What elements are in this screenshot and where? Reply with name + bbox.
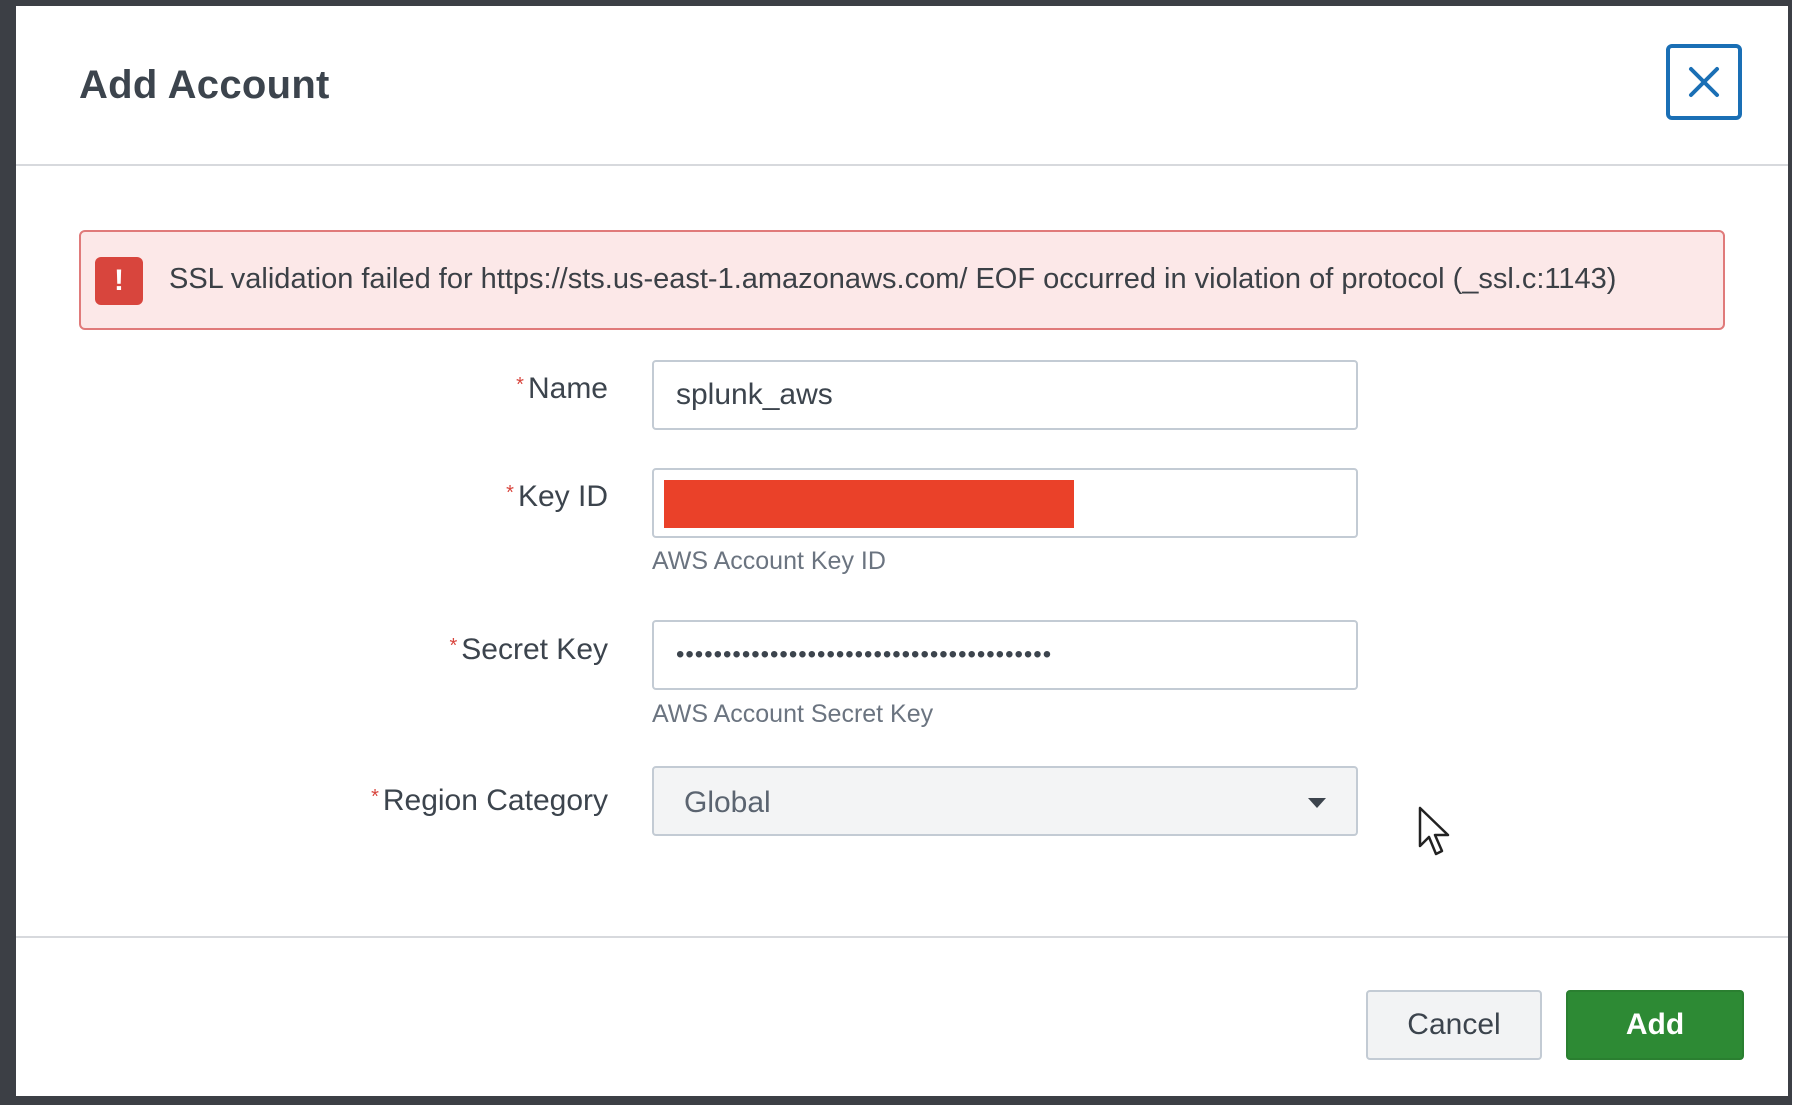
key-id-help: AWS Account Key ID bbox=[652, 547, 886, 575]
dialog-title: Add Account bbox=[79, 63, 330, 107]
close-icon bbox=[1689, 67, 1719, 97]
secret-key-input[interactable] bbox=[652, 620, 1358, 690]
key-id-input[interactable] bbox=[652, 468, 1358, 538]
add-button[interactable]: Add bbox=[1566, 990, 1744, 1060]
required-marker: * bbox=[371, 786, 379, 808]
close-button[interactable] bbox=[1666, 44, 1742, 120]
dialog-header: Add Account bbox=[16, 6, 1788, 166]
region-category-value: Global bbox=[684, 786, 771, 819]
region-category-label: * Region Category bbox=[371, 784, 608, 817]
caret-down-icon bbox=[1308, 798, 1326, 808]
mouse-pointer-icon bbox=[1418, 806, 1450, 856]
add-account-dialog: Add Account ! SSL validation failed for … bbox=[16, 6, 1788, 1096]
error-icon: ! bbox=[95, 257, 143, 305]
secret-key-label: * Secret Key bbox=[449, 633, 608, 666]
key-id-label: * Key ID bbox=[506, 480, 608, 513]
error-message: SSL validation failed for https://sts.us… bbox=[169, 263, 1617, 295]
region-category-select[interactable]: Global bbox=[652, 766, 1358, 836]
required-marker: * bbox=[506, 482, 514, 504]
redaction-block bbox=[664, 480, 1074, 528]
name-label: * Name bbox=[516, 372, 608, 405]
secret-key-help: AWS Account Secret Key bbox=[652, 700, 934, 728]
error-alert: ! SSL validation failed for https://sts.… bbox=[79, 230, 1725, 330]
cancel-button[interactable]: Cancel bbox=[1366, 990, 1542, 1060]
required-marker: * bbox=[516, 374, 524, 396]
required-marker: * bbox=[449, 635, 458, 657]
name-input[interactable] bbox=[652, 360, 1358, 430]
dialog-footer: Cancel Add bbox=[16, 936, 1788, 1096]
